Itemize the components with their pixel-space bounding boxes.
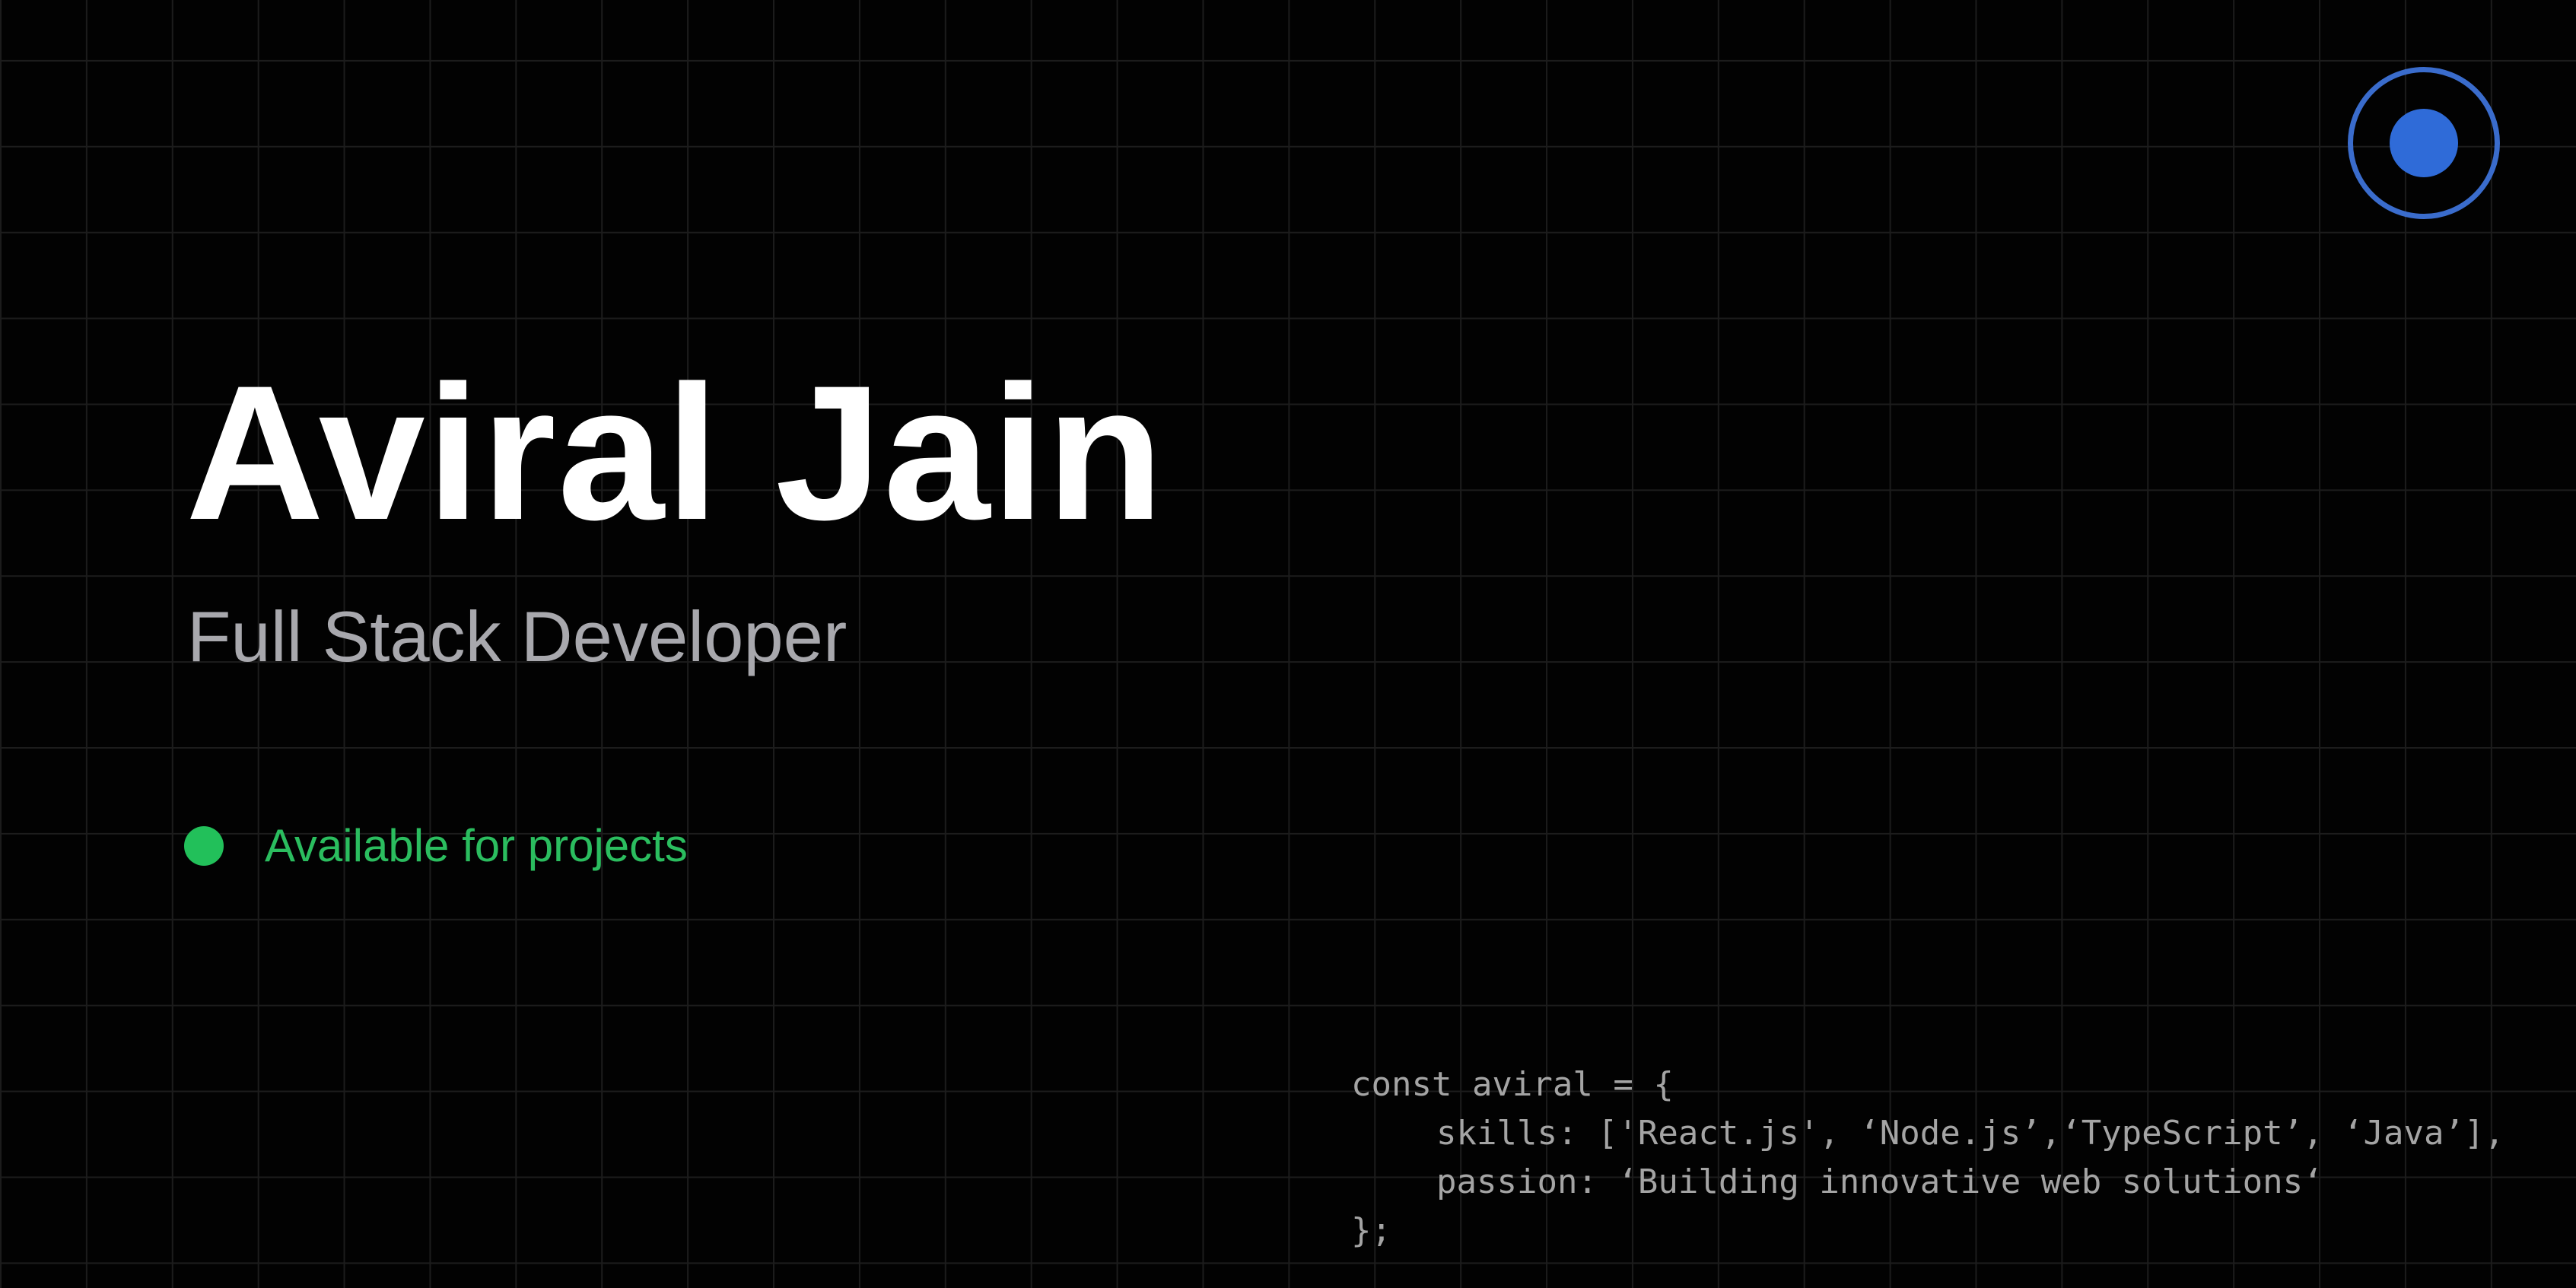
hero-section: Aviral Jain Full Stack Developer <box>186 358 1165 673</box>
status-dot-icon <box>184 826 224 866</box>
developer-role: Full Stack Developer <box>187 596 848 676</box>
code-line-passion: passion: ‘Building innovative web soluti… <box>1436 1162 2323 1201</box>
code-line-skills: skills: ['React.js', ‘Node.js’,‘TypeScri… <box>1436 1114 2504 1153</box>
availability-status: Available for projects <box>184 823 688 869</box>
code-line-declaration: const aviral = { <box>1351 1065 1674 1104</box>
record-indicator-core <box>2390 109 2458 177</box>
code-snippet: const aviral = { skills: ['React.js', ‘No… <box>1351 1061 2504 1255</box>
record-indicator-icon <box>2348 67 2500 219</box>
portfolio-hero-page: { "profile": { "name": "Aviral Jain", "r… <box>0 0 2576 1288</box>
developer-name: Aviral Jain <box>186 346 1166 560</box>
status-label: Available for projects <box>265 820 688 871</box>
code-line-closing: }; <box>1351 1211 1391 1250</box>
